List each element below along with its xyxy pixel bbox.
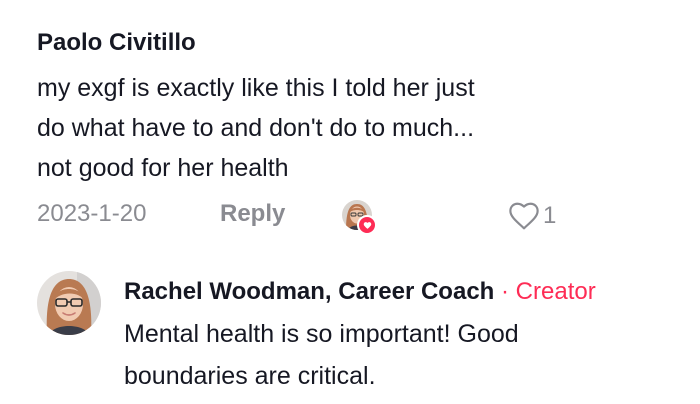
- reply-author[interactable]: Rachel Woodman, Career Coach: [124, 278, 494, 305]
- creator-separator: ·: [501, 278, 509, 305]
- comment-text-line: do what have to and don't do to much...: [37, 114, 475, 142]
- reply-text-line: Mental health is so important! Good: [124, 320, 519, 348]
- reply-button[interactable]: Reply: [220, 200, 285, 228]
- comment-text-line: not good for her health: [37, 154, 289, 182]
- heart-outline-icon: [509, 202, 539, 230]
- comment: Paolo Civitillo my exgf is exactly like …: [37, 28, 677, 188]
- reply-author-row: Rachel Woodman, Career Coach · Creator: [124, 277, 687, 307]
- comment-author[interactable]: Paolo Civitillo: [37, 28, 677, 58]
- like-count: 1: [543, 202, 557, 229]
- reply-text-line: boundaries are critical.: [124, 362, 376, 390]
- reply-text: Mental health is so important! Good boun…: [124, 313, 687, 397]
- reply-body: Rachel Woodman, Career Coach · Creator M…: [124, 277, 687, 397]
- avatar[interactable]: [37, 271, 101, 335]
- comment-text-line: my exgf is exactly like this I told her …: [37, 74, 475, 102]
- comment-text: my exgf is exactly like this I told her …: [37, 68, 677, 188]
- creator-badge: Creator: [515, 278, 596, 305]
- creator-liked-avatar: [342, 200, 377, 235]
- comment-meta-row: 2023-1-20 Reply 1: [37, 197, 677, 237]
- heart-icon: [357, 215, 377, 235]
- like-button[interactable]: 1: [507, 199, 556, 233]
- comment-date: 2023-1-20: [37, 200, 147, 227]
